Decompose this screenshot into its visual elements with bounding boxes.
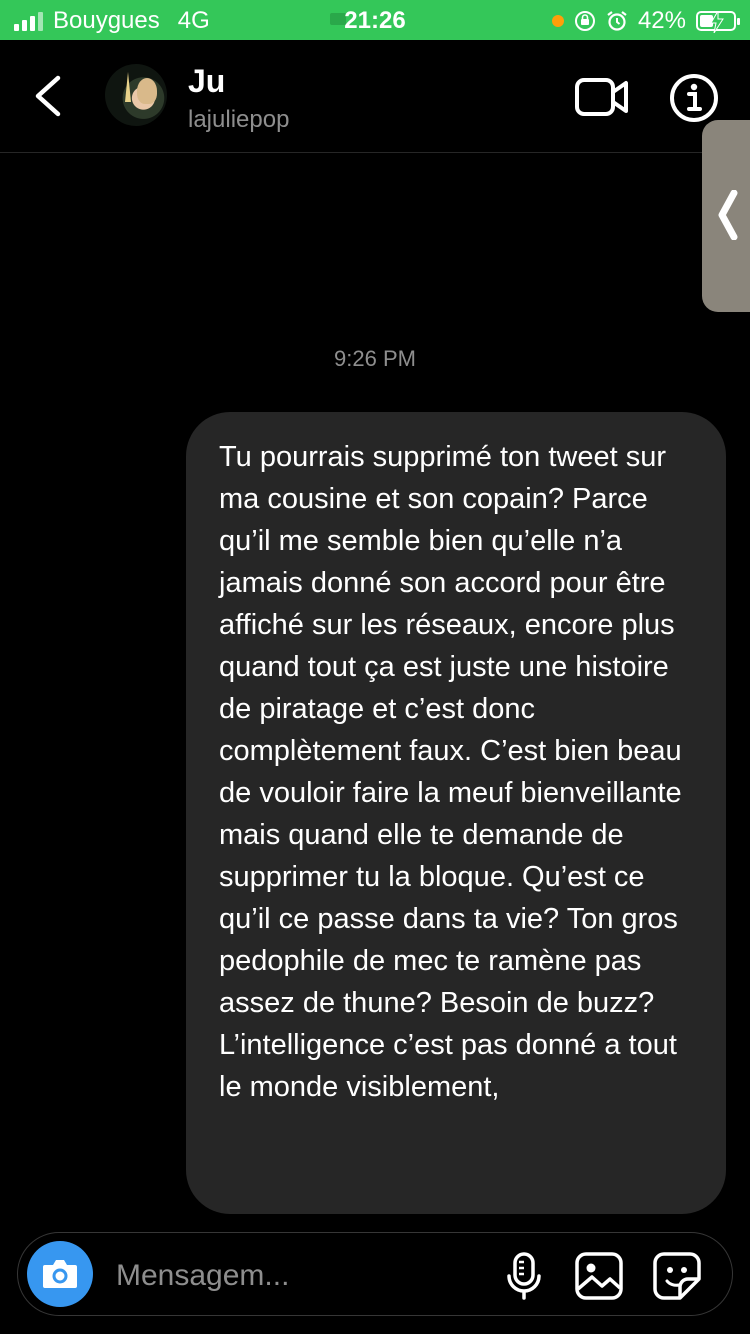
message-timestamp: 9:26 PM [334,346,416,371]
avatar[interactable] [105,64,167,126]
message-bubble-outgoing[interactable]: Tu pourrais supprimé ton tweet sur ma co… [186,412,726,1214]
status-right: 42% [551,7,740,35]
contact-name[interactable]: Ju [188,63,225,100]
status-bar: Bouygues 4G 21:26 42% [0,0,750,40]
message-composer [17,1232,733,1316]
camera-button[interactable] [27,1241,93,1307]
info-icon[interactable] [668,72,720,124]
microphone-icon[interactable] [504,1251,544,1301]
orientation-lock-icon [574,11,595,31]
side-drawer-handle[interactable] [702,120,750,312]
chat-header: Ju lajuliepop [0,40,750,153]
chevron-left-icon [718,190,738,240]
contact-username[interactable]: lajuliepop [188,106,289,134]
sticker-icon[interactable] [652,1251,702,1301]
mic-indicator-icon [551,15,564,27]
gallery-icon[interactable] [574,1251,624,1301]
camera-icon [43,1260,77,1288]
battery-icon [696,11,740,33]
video-camera-icon[interactable] [574,74,630,120]
message-input[interactable] [114,1253,498,1299]
battery-percent: 42% [637,7,686,34]
alarm-icon [607,11,627,31]
chevron-left-icon[interactable] [30,74,70,118]
